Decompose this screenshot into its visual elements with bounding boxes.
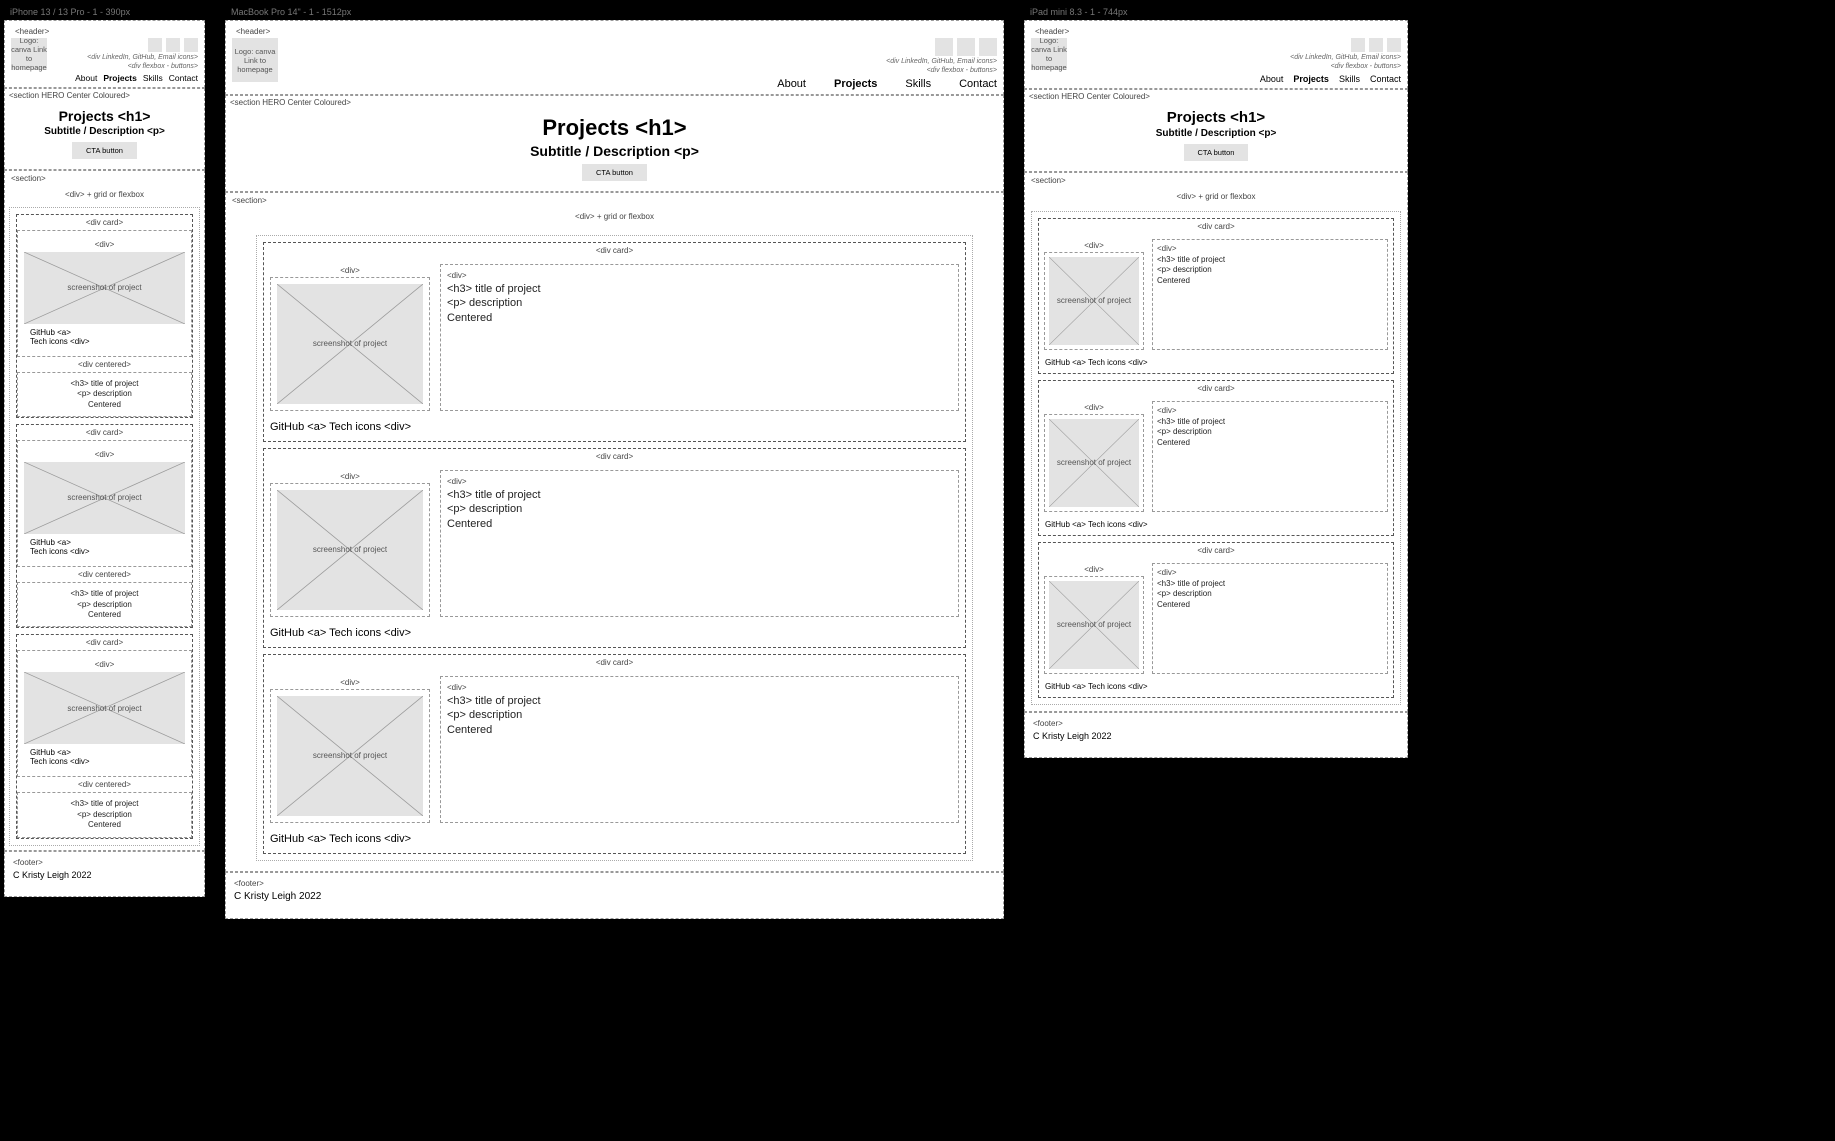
project-title: <h3> title of project xyxy=(1157,255,1383,265)
social-hint: <div LinkedIn, GitHub, Email icons> xyxy=(75,54,198,61)
frame-label-ipad: iPad mini 8.3 - 1 - 744px xyxy=(1024,4,1408,20)
github-link[interactable]: GitHub <a> xyxy=(30,328,179,337)
cta-button[interactable]: CTA button xyxy=(72,142,137,159)
page-subtitle: Subtitle / Description <p> xyxy=(9,126,200,137)
copyright: C Kristy Leigh 2022 xyxy=(13,870,196,880)
linkedin-icon[interactable] xyxy=(1351,38,1365,52)
grid-container: <div card> <div> screenshot of project G… xyxy=(9,207,200,846)
page-subtitle: Subtitle / Description <p> xyxy=(230,143,999,159)
frame-label-mac: MacBook Pro 14" - 1 - 1512px xyxy=(225,4,1004,20)
frame-label-phone: iPhone 13 / 13 Pro - 1 - 390px xyxy=(4,4,205,20)
copyright: C Kristy Leigh 2022 xyxy=(234,891,995,902)
screenshot-placeholder: screenshot of project xyxy=(24,252,185,324)
header: <header> Logo: canva Link to homepage <d… xyxy=(4,20,205,88)
cta-button[interactable]: CTA button xyxy=(582,164,647,181)
header: <header> Logo: canva Link to homepage <d… xyxy=(1024,20,1408,89)
grid-label: <div> + grid or flexbox xyxy=(5,186,204,203)
copyright: C Kristy Leigh 2022 xyxy=(1033,731,1399,741)
github-tech-row[interactable]: GitHub <a> Tech icons <div> xyxy=(264,417,965,441)
nav-hint: <div flexbox - buttons> xyxy=(75,63,198,70)
logo[interactable]: Logo: canva Link to homepage xyxy=(1031,38,1067,70)
project-desc: <p> description xyxy=(1157,265,1383,275)
email-icon[interactable] xyxy=(1387,38,1401,52)
nav-about[interactable]: About xyxy=(75,73,97,83)
project-desc: <p> description xyxy=(447,296,952,310)
project-card: <div card> <div> screenshot of project xyxy=(1038,380,1394,536)
nav-about[interactable]: About xyxy=(777,78,806,90)
cta-button[interactable]: CTA button xyxy=(1184,144,1249,161)
logo[interactable]: Logo: canva Link to homepage xyxy=(232,38,278,82)
projects-section: <section> <div> + grid or flexbox <div c… xyxy=(4,170,205,851)
email-icon[interactable] xyxy=(979,38,997,56)
page-title: Projects <h1> xyxy=(230,115,999,141)
project-card: <div card> <div> screenshot of project G… xyxy=(16,424,193,628)
email-icon[interactable] xyxy=(184,38,198,52)
nav-skills[interactable]: Skills xyxy=(1339,74,1360,84)
github-tech-row[interactable]: GitHub <a> Tech icons <div> xyxy=(1039,355,1393,373)
footer: <footer> C Kristy Leigh 2022 xyxy=(4,851,205,897)
project-desc: <p> description xyxy=(24,389,185,399)
linkedin-icon[interactable] xyxy=(935,38,953,56)
project-card: <div card> <div> screenshot of project G… xyxy=(16,634,193,838)
github-icon[interactable] xyxy=(1369,38,1383,52)
page-title: Projects <h1> xyxy=(1029,109,1403,126)
projects-section: <section> <div> + grid or flexbox <div c… xyxy=(225,192,1004,872)
frame-mac: MacBook Pro 14" - 1 - 1512px <header> Lo… xyxy=(225,4,1004,919)
project-card: <div card> <div> screenshot of project G… xyxy=(16,214,193,418)
page-subtitle: Subtitle / Description <p> xyxy=(1029,128,1403,139)
tech-icons: Tech icons <div> xyxy=(30,337,179,346)
project-card: <div card> <div> screenshot of project xyxy=(1038,218,1394,374)
nav-contact[interactable]: Contact xyxy=(169,73,198,83)
project-card: <div card> <div> screenshot of project xyxy=(263,654,966,854)
project-card: <div card> <div> screenshot of project xyxy=(263,448,966,648)
nav: About Projects Skills Contact xyxy=(1260,74,1401,84)
grid-container: <div card> <div> screenshot of project xyxy=(1031,211,1401,705)
footer: <footer> C Kristy Leigh 2022 xyxy=(1024,712,1408,758)
project-title: <h3> title of project xyxy=(447,282,952,296)
screenshot-placeholder: screenshot of project xyxy=(24,462,185,534)
nav-projects[interactable]: Projects xyxy=(1293,74,1329,84)
nav-contact[interactable]: Contact xyxy=(1370,74,1401,84)
social-icons xyxy=(75,38,198,52)
nav: About Projects Skills Contact xyxy=(777,78,997,90)
nav-skills[interactable]: Skills xyxy=(905,78,931,90)
frame-phone: iPhone 13 / 13 Pro - 1 - 390px <header> … xyxy=(4,4,205,897)
footer: <footer> C Kristy Leigh 2022 xyxy=(225,872,1004,919)
screenshot-placeholder: screenshot of project xyxy=(1049,257,1139,345)
project-title: <h3> title of project xyxy=(24,379,185,389)
project-card: <div card> <div> screenshot of project xyxy=(263,242,966,442)
grid-container: <div card> <div> screenshot of project xyxy=(256,235,973,861)
nav-projects[interactable]: Projects xyxy=(834,78,877,90)
nav-projects[interactable]: Projects xyxy=(103,73,137,83)
screenshot-placeholder: screenshot of project xyxy=(24,672,185,744)
hero-section: <section HERO Center Coloured> Projects … xyxy=(225,95,1004,192)
nav-contact[interactable]: Contact xyxy=(959,78,997,90)
screenshot-placeholder: screenshot of project xyxy=(277,284,423,404)
section-tag: <section> xyxy=(5,171,204,186)
nav: About Projects Skills Contact xyxy=(75,73,198,83)
project-card: <div card> <div> screenshot of project xyxy=(1038,542,1394,698)
frame-ipad: iPad mini 8.3 - 1 - 744px <header> Logo:… xyxy=(1024,4,1408,758)
nav-about[interactable]: About xyxy=(1260,74,1284,84)
hero-tag: <section HERO Center Coloured> xyxy=(5,89,134,102)
page-title: Projects <h1> xyxy=(9,108,200,124)
logo[interactable]: Logo: canva Link to homepage xyxy=(11,38,47,70)
hero-section: <section HERO Center Coloured> Projects … xyxy=(1024,89,1408,172)
linkedin-icon[interactable] xyxy=(148,38,162,52)
header: <header> Logo: canva Link to homepage <d… xyxy=(225,20,1004,95)
projects-section: <section> <div> + grid or flexbox <div c… xyxy=(1024,172,1408,712)
github-icon[interactable] xyxy=(166,38,180,52)
hero-section: <section HERO Center Coloured> Projects … xyxy=(4,88,205,170)
nav-skills[interactable]: Skills xyxy=(143,73,163,83)
github-icon[interactable] xyxy=(957,38,975,56)
